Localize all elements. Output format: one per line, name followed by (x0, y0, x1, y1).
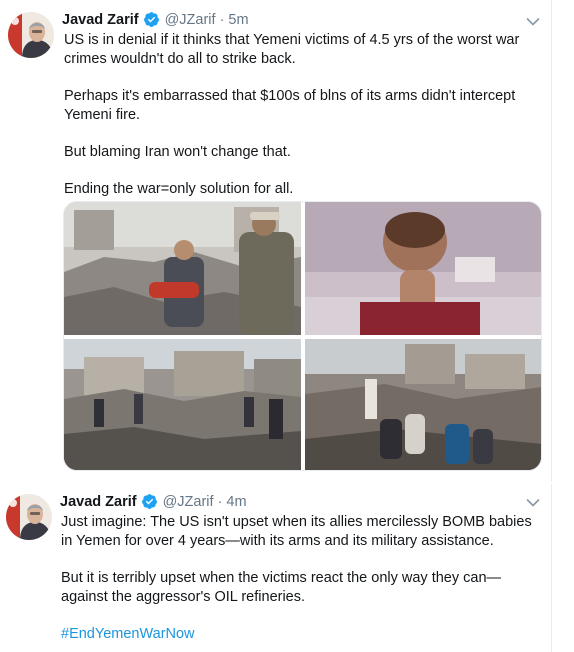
author-handle[interactable]: @JZarif (165, 12, 216, 28)
tweet-text: Just imagine: The US isn't upset when it… (61, 513, 541, 644)
author-handle[interactable]: @JZarif (163, 494, 214, 510)
tweet-paragraph: US is in denial if it thinks that Yemeni… (64, 32, 520, 67)
chevron-down-icon[interactable] (526, 498, 540, 508)
tweet-text: US is in denial if it thinks that Yemeni… (64, 31, 540, 199)
author-name[interactable]: Javad Zarif (62, 12, 139, 28)
media-photo[interactable] (305, 339, 541, 470)
media-photo[interactable] (305, 202, 541, 335)
tweet-header: Javad Zarif @JZarif · 5m (62, 11, 249, 28)
tweet-paragraph: Ending the war=only solution for all. (64, 181, 294, 197)
media-photo[interactable] (64, 339, 301, 470)
tweet[interactable]: Javad Zarif @JZarif · 5m US is in denial… (0, 0, 552, 482)
media-photo[interactable] (64, 202, 301, 335)
tweet[interactable]: Javad Zarif @JZarif · 4m Just imagine: T… (0, 484, 552, 652)
verified-badge-icon (143, 12, 159, 27)
timestamp[interactable]: 4m (226, 494, 246, 510)
chevron-down-icon[interactable] (526, 17, 540, 27)
tweet-paragraph: Just imagine: The US isn't upset when it… (61, 514, 532, 549)
tweet-paragraph: But it is terribly upset when the victim… (61, 570, 502, 605)
avatar[interactable] (8, 12, 54, 58)
hashtag-link[interactable]: #EndYemenWarNow (61, 625, 541, 644)
timestamp[interactable]: 5m (228, 12, 248, 28)
tweet-header: Javad Zarif @JZarif · 4m (60, 493, 247, 510)
tweet-paragraph: Perhaps it's embarrassed that $100s of b… (64, 88, 516, 123)
separator-dot: · (219, 11, 225, 28)
author-name[interactable]: Javad Zarif (60, 494, 137, 510)
avatar[interactable] (6, 494, 52, 540)
verified-badge-icon (141, 494, 157, 509)
separator-dot: · (217, 493, 223, 510)
media-grid (63, 201, 542, 471)
tweet-paragraph: But blaming Iran won't change that. (64, 144, 291, 160)
